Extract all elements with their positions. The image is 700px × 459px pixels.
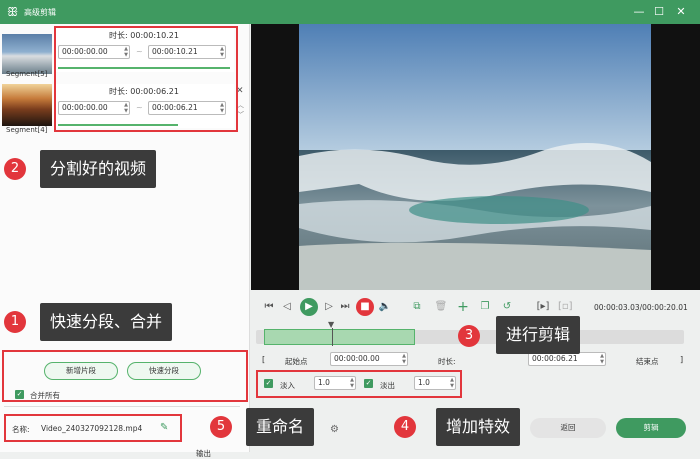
title-bar: ꕥ 高级剪辑 — ☐ ✕ xyxy=(0,0,700,24)
annotation-callout-3: 进行剪辑 xyxy=(496,316,581,354)
start-point-input[interactable]: 00:00:00.00 ▲ ▼ xyxy=(330,352,408,366)
playhead-line xyxy=(332,328,333,346)
undo-icon[interactable]: ↺ xyxy=(500,300,514,314)
end-point-label[interactable]: 结束点 xyxy=(636,356,659,367)
annotation-callout-1: 快速分段、合并 xyxy=(40,303,173,341)
bracket-close-icon: ] xyxy=(680,355,684,364)
annotation-callout-5: 重命名 xyxy=(246,408,315,446)
gear-icon[interactable]: ⚙ xyxy=(330,424,339,435)
segment-thumbnail[interactable] xyxy=(2,34,52,74)
window-title: 高级剪辑 xyxy=(24,8,56,17)
back-button[interactable]: 返回 xyxy=(530,418,606,438)
output-label: 输出 xyxy=(196,449,211,458)
maximize-button[interactable]: ☐ xyxy=(650,3,668,21)
frame-back-icon[interactable]: ◁ xyxy=(280,300,294,314)
add-icon[interactable]: + xyxy=(456,300,470,314)
bracket-open-icon: [ xyxy=(262,355,266,364)
skip-end-icon[interactable]: ⏭ xyxy=(338,300,352,314)
segment-panel: Segment[5] 时长: 00:00:10.21 00:00:00.00 ▲ ▼… xyxy=(0,24,250,458)
chevron-up-icon[interactable]: ︿ xyxy=(237,100,244,110)
divider xyxy=(4,406,240,407)
segment-label: Segment[4] xyxy=(6,126,48,134)
start-point-label[interactable]: 起始点 xyxy=(285,356,308,367)
rename-highlight xyxy=(4,414,182,442)
video-frame xyxy=(299,24,651,290)
end-point-input[interactable]: 00:00:06.21 ▲ ▼ xyxy=(528,352,606,366)
annotation-badge-4: 4 xyxy=(394,416,416,438)
annotation-callout-2: 分割好的视频 xyxy=(40,150,157,188)
annotation-badge-2: 2 xyxy=(4,158,26,180)
segments-highlight xyxy=(54,26,238,132)
rabbit-logo-icon: ꕥ xyxy=(7,5,19,19)
frame-forward-icon[interactable]: ▷ xyxy=(322,300,336,314)
chevron-down-icon[interactable]: ﹀ xyxy=(237,110,244,120)
mark-out-icon[interactable]: [▫] xyxy=(558,300,573,314)
annotation-badge-1: 1 xyxy=(4,311,26,333)
cut-button[interactable]: 剪辑 xyxy=(616,418,686,438)
delete-icon[interactable]: 🗑 xyxy=(434,300,448,314)
minimize-button[interactable]: — xyxy=(630,3,648,21)
annotation-badge-3: 3 xyxy=(458,325,480,347)
split-icon[interactable]: ⧉ xyxy=(410,300,424,314)
copy-icon[interactable]: ❐ xyxy=(478,300,492,314)
annotation-callout-4: 增加特效 xyxy=(436,408,521,446)
play-button[interactable]: ▶ xyxy=(300,298,318,316)
stop-button[interactable]: ■ xyxy=(356,298,374,316)
effects-highlight xyxy=(256,370,462,398)
annotation-badge-5: 5 xyxy=(210,416,232,438)
video-preview xyxy=(251,24,700,290)
segment-thumbnail[interactable] xyxy=(2,84,52,126)
skip-start-icon[interactable]: ⏮ xyxy=(262,300,276,314)
trim-selection[interactable] xyxy=(264,329,415,345)
playback-time: 00:00:03.03/00:00:20.01 xyxy=(594,303,688,312)
mark-in-icon[interactable]: [▸] xyxy=(536,300,550,314)
quick-actions-highlight xyxy=(2,350,248,402)
volume-icon[interactable]: 🔈 xyxy=(378,300,392,314)
segment-label: Segment[5] xyxy=(6,70,48,78)
duration-label: 时长: xyxy=(438,357,456,366)
close-button[interactable]: ✕ xyxy=(672,3,690,21)
